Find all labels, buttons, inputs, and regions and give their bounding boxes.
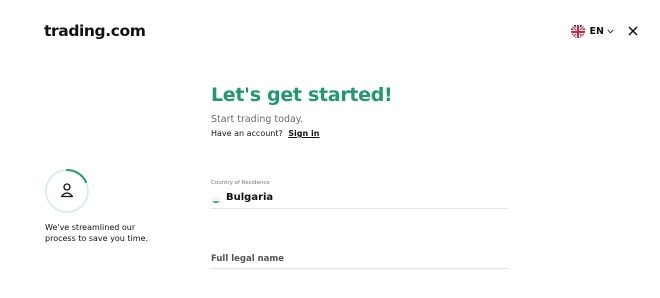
country-field-underline bbox=[211, 208, 508, 209]
streamlined-message-line-2: process to save you time. bbox=[45, 233, 148, 243]
language-code: EN bbox=[589, 25, 604, 37]
trading-com-logo[interactable]: trading.com bbox=[44, 22, 146, 40]
sign-in-link[interactable]: Sign in bbox=[288, 129, 319, 138]
close-icon[interactable] bbox=[628, 26, 638, 36]
bulgaria-flag-icon bbox=[211, 193, 221, 203]
page-subtitle: Start trading today. bbox=[211, 114, 304, 125]
uk-flag-icon bbox=[570, 24, 585, 38]
page-title: Let's get started! bbox=[211, 84, 393, 106]
chevron-down-icon bbox=[607, 28, 614, 34]
country-select[interactable]: Bulgaria bbox=[211, 192, 273, 203]
streamlined-message: We've streamlined our process to save yo… bbox=[45, 223, 165, 244]
country-value: Bulgaria bbox=[226, 192, 274, 203]
header-controls: EN bbox=[570, 24, 638, 38]
country-of-residence-label: Country of Residence bbox=[211, 180, 270, 186]
language-selector[interactable]: EN bbox=[570, 24, 614, 38]
account-prompt-text: Have an account? bbox=[211, 129, 283, 138]
signup-progress-ring bbox=[45, 169, 89, 213]
streamlined-message-line-1: We've streamlined our bbox=[45, 223, 136, 232]
full-name-field-underline bbox=[211, 268, 508, 269]
user-icon bbox=[60, 183, 74, 198]
account-prompt: Have an account? Sign in bbox=[211, 129, 319, 138]
full-legal-name-input[interactable] bbox=[211, 252, 508, 266]
